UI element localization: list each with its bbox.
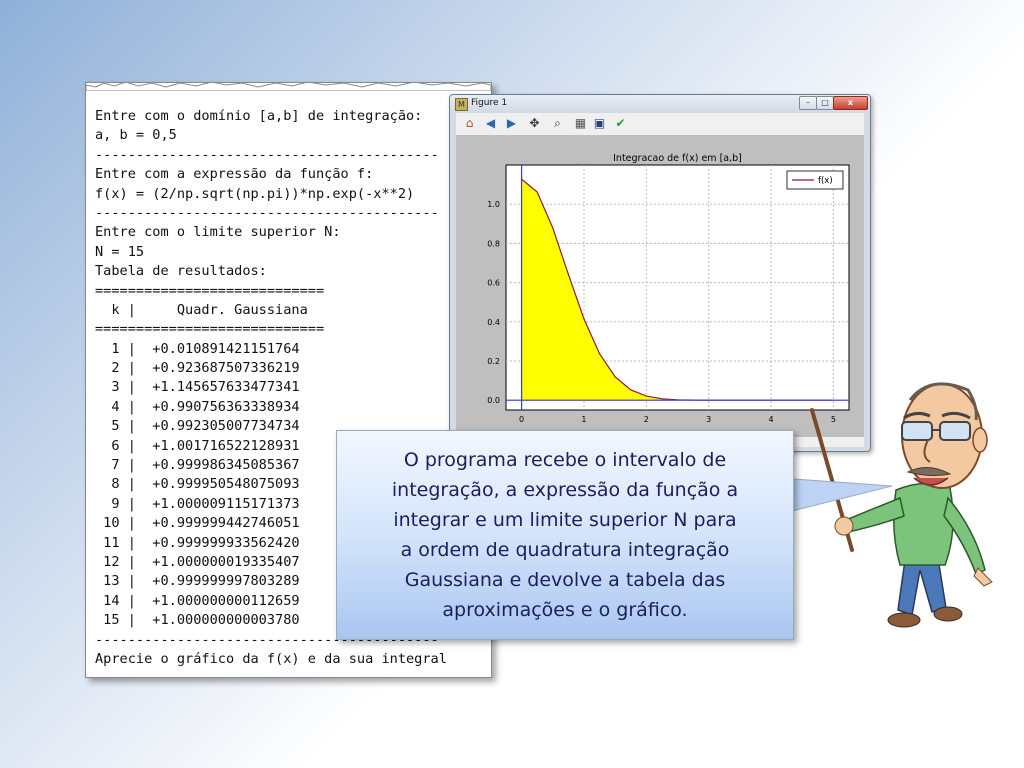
pan-icon[interactable]: ✥: [527, 116, 542, 131]
x-tick-label: 4: [768, 415, 773, 424]
figure-toolbar: ⌂ ◀ ▶ ✥ ⌕ ▦ ▣ ✔: [456, 113, 864, 136]
console-line: N = 15: [95, 243, 145, 260]
y-tick-label: 0.4: [487, 318, 500, 327]
console-line: k | Quadr. Gaussiana: [95, 301, 308, 318]
maximize-button[interactable]: □: [816, 96, 834, 110]
console-line: Entre com a expressão da função f:: [95, 166, 374, 183]
y-tick-label: 0.8: [487, 239, 500, 248]
console-line: ============================: [95, 282, 325, 299]
x-tick-label: 0: [519, 415, 524, 424]
console-line: Entre com o domínio [a,b] de integração:: [95, 108, 423, 124]
bubble-text: O programa recebe o intervalo de integraç…: [345, 445, 785, 625]
y-tick-label: 1.0: [487, 200, 500, 209]
console-line: a, b = 0,5: [95, 127, 177, 144]
save-icon[interactable]: ▣: [592, 116, 607, 131]
x-tick-label: 1: [581, 415, 586, 424]
console-line: ----------------------------------------…: [95, 204, 439, 221]
y-tick-label: 0.6: [487, 279, 500, 288]
bubble-line: Gaussiana e devolve a tabela das: [404, 569, 726, 591]
forward-icon[interactable]: ▶: [504, 116, 519, 131]
console-line: f(x) = (2/np.sqrt(np.pi))*np.exp(-x**2): [95, 185, 415, 202]
speech-bubble: O programa recebe o intervalo de integraç…: [336, 430, 794, 640]
bubble-tail: [780, 477, 893, 515]
bubble-line: integrar e um limite superior N para: [393, 509, 737, 531]
back-icon[interactable]: ◀: [483, 116, 498, 131]
bubble-line: aproximações e o gráfico.: [442, 599, 688, 621]
console-line: 4 | +0.990756363338934: [95, 398, 300, 415]
zoom-icon[interactable]: ⌕: [550, 116, 565, 131]
x-tick-label: 2: [644, 415, 649, 424]
console-line: 3 | +1.145657633477341: [95, 379, 300, 396]
configure-icon[interactable]: ▦: [573, 116, 588, 131]
bubble-line: a ordem de quadratura integração: [400, 539, 730, 561]
bubble-line: O programa recebe o intervalo de: [403, 449, 727, 471]
console-line: ============================: [95, 321, 325, 338]
torn-edge-top: [86, 83, 491, 91]
console-line: Tabela de resultados:: [95, 263, 267, 280]
chart-title: Integracao de f(x) em [a,b]: [613, 153, 742, 164]
minimize-button[interactable]: –: [799, 96, 817, 110]
y-tick-label: 0.2: [487, 357, 500, 366]
home-icon[interactable]: ⌂: [462, 116, 477, 131]
console-line: Entre com o limite superior N:: [95, 224, 341, 241]
console-line: 2 | +0.923687507336219: [95, 360, 300, 377]
console-line: ----------------------------------------…: [95, 146, 439, 163]
close-button[interactable]: x: [833, 96, 868, 110]
app-icon: M: [455, 98, 468, 111]
check-icon[interactable]: ✔: [613, 116, 628, 131]
console-line: 1 | +0.010891421151764: [95, 340, 300, 357]
legend-label: f(x): [818, 176, 833, 186]
bubble-line: integração, a expressão da função a: [391, 479, 739, 501]
window-title: Figure 1: [471, 98, 508, 108]
x-tick-label: 3: [706, 415, 711, 424]
console-line: Aprecie o gráfico da f(x) e da sua integ…: [95, 650, 447, 667]
y-tick-label: 0.0: [487, 396, 500, 405]
figure-titlebar[interactable]: M Figure 1 – □ x: [450, 95, 870, 113]
